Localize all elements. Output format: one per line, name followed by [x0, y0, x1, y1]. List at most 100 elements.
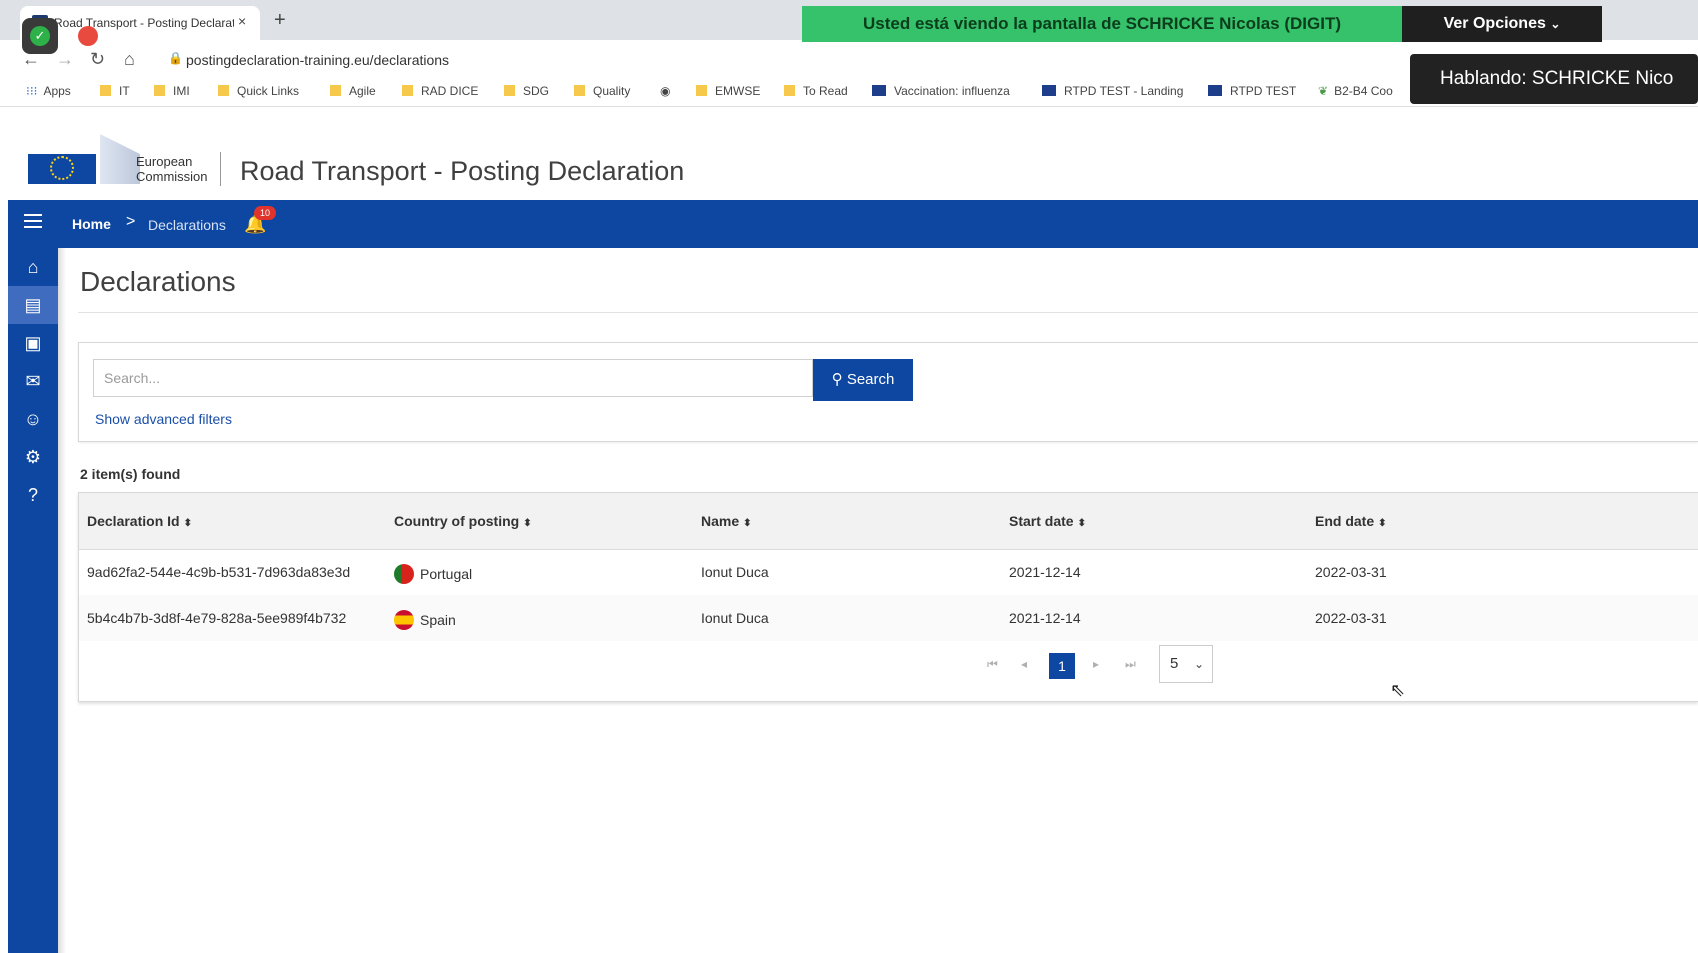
bookmark-to-read[interactable]: To Read [784, 84, 848, 98]
folder-icon [784, 85, 795, 96]
bookmark-rad-dice[interactable]: RAD DICE [402, 84, 478, 98]
chevron-down-icon: ⌄ [1550, 17, 1561, 31]
table-row[interactable]: 5b4c4b7b-3d8f-4e79-828a-5ee989f4b732 Spa… [79, 595, 1698, 641]
record-icon [78, 26, 98, 46]
bookmark-emwse[interactable]: EMWSE [696, 84, 760, 98]
cell-end-date: 2022-03-31 [1315, 610, 1387, 626]
cell-start-date: 2021-12-14 [1009, 610, 1081, 626]
sidebar-settings-icon[interactable]: ⚙ [8, 438, 58, 476]
first-page-icon[interactable]: ⏮ [987, 657, 998, 672]
sidebar-home-icon[interactable]: ⌂ [8, 248, 58, 286]
breadcrumb-home[interactable]: Home [72, 216, 111, 232]
current-page-button[interactable]: 1 [1049, 653, 1075, 679]
folder-icon [504, 85, 515, 96]
cell-declaration-id[interactable]: 5b4c4b7b-3d8f-4e79-828a-5ee989f4b732 [87, 610, 346, 626]
app-title: Road Transport - Posting Declaration [240, 156, 685, 186]
search-button[interactable]: ⚲ Search [813, 359, 913, 401]
new-tab-button[interactable]: + [274, 10, 286, 30]
sidebar-document-icon[interactable]: ▤ [8, 286, 58, 324]
eu-flag-icon [1208, 85, 1222, 96]
bookmark-b2b4[interactable]: ❦ B2-B4 Coo [1318, 84, 1393, 98]
notification-badge: 10 [254, 206, 276, 220]
last-page-icon[interactable]: ⏭ [1125, 657, 1136, 672]
column-header-name[interactable]: Name ⬍ [701, 513, 752, 529]
search-icon: ⚲ [831, 371, 843, 388]
bookmark-rtpd-landing[interactable]: RTPD TEST - Landing [1042, 84, 1183, 98]
sidebar-help-icon[interactable]: ? [8, 476, 58, 514]
chevron-down-icon: ⌄ [1194, 657, 1205, 671]
pagination: ⏮ ◂ 1 ▸ ⏭ 5 ⌄ [79, 643, 1698, 689]
bookmark-quick-links[interactable]: Quick Links [218, 84, 299, 98]
app-topbar: Home > Declarations 🔔 10 [8, 200, 1698, 248]
apps-grid-icon: ⁝⁝⁝ [26, 84, 38, 98]
cell-declaration-id[interactable]: 9ad62fa2-544e-4c9b-b531-7d963da83e3d [87, 564, 350, 580]
next-page-icon[interactable]: ▸ [1093, 657, 1099, 671]
folder-icon [574, 85, 585, 96]
sidebar-chat-icon[interactable]: ✉ [8, 362, 58, 400]
logo-divider [220, 152, 221, 186]
eu-flag-icon [1042, 85, 1056, 96]
bookmark-apps[interactable]: ⁝⁝⁝ Apps [26, 84, 71, 98]
folder-icon [696, 85, 707, 96]
address-bar[interactable]: 🔒 postingdeclaration-training.eu/declara… [150, 44, 1300, 74]
advanced-filters-link[interactable]: Show advanced filters [95, 411, 232, 427]
declarations-table: Declaration Id ⬍ Country of posting ⬍ Name… [78, 492, 1698, 702]
bookmark-imi[interactable]: IMI [154, 84, 190, 98]
sidebar-users-icon[interactable]: ☺ [8, 400, 58, 438]
bookmark-it[interactable]: IT [100, 84, 130, 98]
sort-icon: ⬍ [183, 518, 192, 529]
speaking-indicator: Hablando: SCHRICKE Nico [1410, 54, 1698, 104]
globe-icon[interactable]: ◉ [660, 84, 670, 98]
home-icon[interactable]: ⌂ [124, 49, 135, 70]
screen-share-banner: Usted está viendo la pantalla de SCHRICK… [802, 6, 1402, 42]
table-row[interactable]: 9ad62fa2-544e-4c9b-b531-7d963da83e3d Por… [79, 549, 1698, 595]
cell-start-date: 2021-12-14 [1009, 564, 1081, 580]
tab-close-icon[interactable]: × [238, 13, 246, 29]
bookmark-quality[interactable]: Quality [574, 84, 630, 98]
bookmark-vaccination[interactable]: Vaccination: influenza [872, 84, 1010, 98]
page-size-select[interactable]: 5 ⌄ [1159, 645, 1213, 683]
cell-country: Spain [394, 610, 456, 630]
sidebar-shadow [58, 248, 66, 953]
folder-icon [330, 85, 341, 96]
column-header-end[interactable]: End date ⬍ [1315, 513, 1387, 529]
search-input[interactable] [93, 359, 813, 397]
mouse-cursor-icon: ⇖ [1390, 680, 1406, 700]
folder-icon [154, 85, 165, 96]
leaf-icon: ❦ [1318, 84, 1329, 98]
bookmark-rtpd-test[interactable]: RTPD TEST [1208, 84, 1296, 98]
view-options-button[interactable]: Ver Opciones ⌄ [1402, 6, 1602, 42]
sort-icon: ⬍ [1077, 518, 1086, 529]
url-text: postingdeclaration-training.eu/declarati… [186, 52, 450, 68]
portugal-flag-icon [394, 564, 414, 584]
eu-stars-icon [50, 156, 74, 180]
ec-logo[interactable]: European Commission [24, 130, 224, 190]
table-header: Declaration Id ⬍ Country of posting ⬍ Name… [79, 493, 1698, 550]
reload-icon[interactable]: ↻ [90, 49, 105, 70]
cell-name: Ionut Duca [701, 564, 769, 580]
lock-icon: 🔒 [168, 51, 183, 65]
sort-icon: ⬍ [1378, 518, 1387, 529]
folder-icon [218, 85, 229, 96]
title-divider [78, 312, 1698, 313]
security-shield-icon[interactable]: ✓ [22, 18, 58, 54]
berlaymont-icon [100, 134, 140, 184]
sidebar: ⌂ ▤ ▣ ✉ ☺ ⚙ ? [8, 248, 58, 953]
sidebar-bus-icon[interactable]: ▣ [8, 324, 58, 362]
spain-flag-icon [394, 610, 414, 630]
forward-arrow-icon[interactable]: → [56, 49, 74, 70]
hamburger-menu-icon[interactable] [24, 214, 42, 232]
column-header-country[interactable]: Country of posting ⬍ [394, 513, 532, 529]
bookmark-sdg[interactable]: SDG [504, 84, 549, 98]
sort-icon: ⬍ [523, 518, 532, 529]
previous-page-icon[interactable]: ◂ [1021, 657, 1027, 671]
eu-flag-icon [872, 85, 886, 96]
page-title: Declarations [80, 266, 236, 297]
results-count: 2 item(s) found [80, 466, 181, 482]
bookmark-agile[interactable]: Agile [330, 84, 376, 98]
folder-icon [100, 85, 111, 96]
column-header-id[interactable]: Declaration Id ⬍ [87, 513, 192, 529]
column-header-start[interactable]: Start date ⬍ [1009, 513, 1086, 529]
search-panel: ⚲ Search Show advanced filters [78, 342, 1698, 442]
folder-icon [402, 85, 413, 96]
